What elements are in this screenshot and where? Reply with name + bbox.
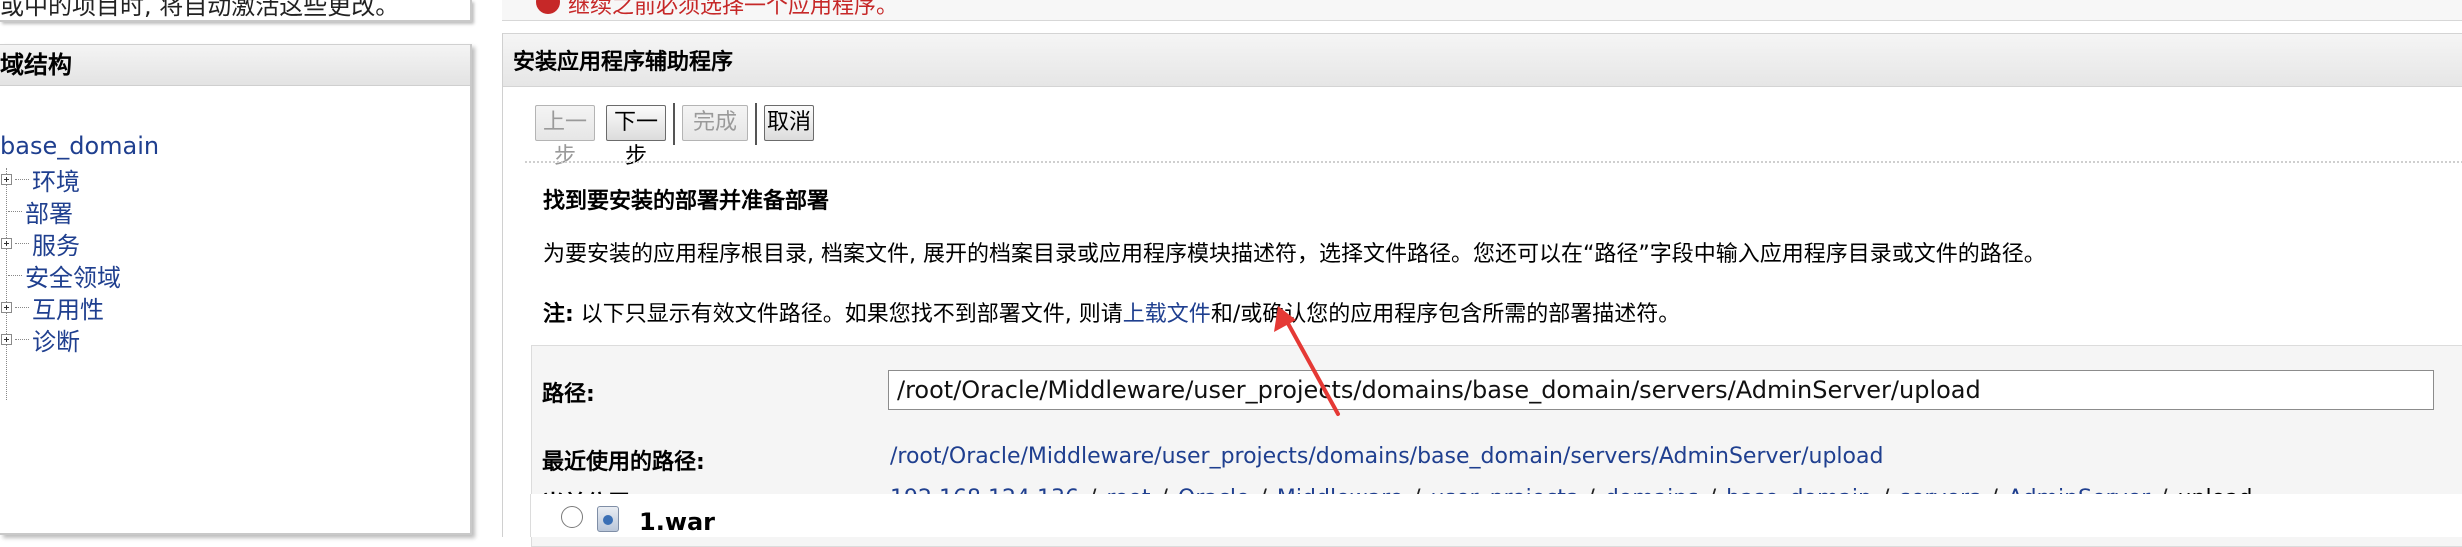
tree-connector	[15, 178, 29, 180]
button-separator	[673, 103, 675, 145]
file-select-radio[interactable]	[561, 506, 583, 528]
toolbar-divider	[525, 161, 2462, 163]
file-list: 1.war	[530, 494, 2462, 537]
back-button[interactable]: 上一步	[535, 105, 595, 169]
error-message: 继续之前必须选择一个应用程序。	[568, 0, 899, 19]
note-line: 注: 以下只显示有效文件路径。如果您找不到部署文件, 则请上载文件和/或确认您的…	[543, 296, 1680, 328]
note-text-before: 以下只显示有效文件路径。如果您找不到部署文件, 则请	[573, 302, 1123, 327]
tree-item-interoperability[interactable]: 互用性	[0, 290, 104, 325]
tree-connector	[8, 274, 22, 276]
tree-item-diagnostics[interactable]: 诊断	[0, 322, 80, 357]
tree-item-environment[interactable]: 环境	[0, 162, 80, 197]
expand-plus-icon[interactable]	[1, 173, 12, 185]
note-text-after: 和/或确认您的应用程序包含所需的部署描述符。	[1210, 302, 1681, 327]
button-separator	[755, 103, 757, 145]
file-name: 1.war	[639, 508, 716, 536]
note-label: 注:	[543, 302, 574, 327]
expand-plus-icon[interactable]	[1, 333, 12, 345]
left-top-info-box: 或中的项目时, 将自动激活这些更改。	[0, 0, 472, 22]
tree-item-services[interactable]: 服务	[0, 226, 80, 261]
next-button[interactable]: 下一步	[606, 105, 666, 169]
upload-files-link[interactable]: 上载文件	[1123, 302, 1211, 327]
domain-structure-header: 域结构	[0, 44, 470, 86]
recent-path-label: 最近使用的路径:	[542, 450, 705, 475]
install-wizard-panel: 安装应用程序辅助程序 上一步 下一步 完成 取消 找到要安装的部署并准备部署 为…	[502, 33, 2462, 547]
tree-item-label[interactable]: 服务	[32, 226, 80, 261]
tree-item-security-realms[interactable]: 安全领域	[0, 258, 121, 293]
tree-item-label[interactable]: 安全领域	[25, 258, 121, 293]
section-description: 为要安装的应用程序根目录, 档案文件, 展开的档案目录或应用程序模块描述符，选择…	[543, 242, 2046, 267]
recent-path-link[interactable]: /root/Oracle/Middleware/user_projects/do…	[890, 444, 1883, 469]
tree-connector	[15, 242, 29, 244]
wizard-header: 安装应用程序辅助程序	[503, 33, 2462, 87]
left-top-info-text: 或中的项目时, 将自动激活这些更改。	[0, 0, 400, 20]
tree-item-deployments[interactable]: 部署	[0, 194, 73, 229]
cancel-button[interactable]: 取消	[764, 105, 814, 141]
finish-button[interactable]: 完成	[682, 105, 748, 141]
status-message-strip: 继续之前必须选择一个应用程序。	[502, 0, 2462, 21]
error-icon	[536, 0, 560, 14]
tree-connector	[8, 210, 22, 212]
tree-connector	[15, 306, 29, 308]
domain-structure-panel: 域结构 base_domain 环境 部署 服务 安全领域 互用性 诊断	[0, 44, 472, 535]
path-label: 路径:	[542, 382, 595, 407]
wizard-title: 安装应用程序辅助程序	[513, 50, 734, 75]
section-title: 找到要安装的部署并准备部署	[543, 189, 830, 214]
expand-plus-icon[interactable]	[1, 301, 12, 313]
path-input[interactable]: /root/Oracle/Middleware/user_projects/do…	[888, 370, 2434, 410]
tree-item-label[interactable]: 环境	[32, 162, 80, 197]
tree-root-base-domain[interactable]: base_domain	[0, 132, 159, 160]
tree-item-label[interactable]: 诊断	[32, 322, 80, 357]
tree-item-label[interactable]: 部署	[25, 194, 73, 229]
tree-item-label[interactable]: 互用性	[32, 290, 104, 325]
war-file-icon	[597, 506, 619, 532]
expand-plus-icon[interactable]	[1, 237, 12, 249]
tree-connector	[15, 338, 29, 340]
